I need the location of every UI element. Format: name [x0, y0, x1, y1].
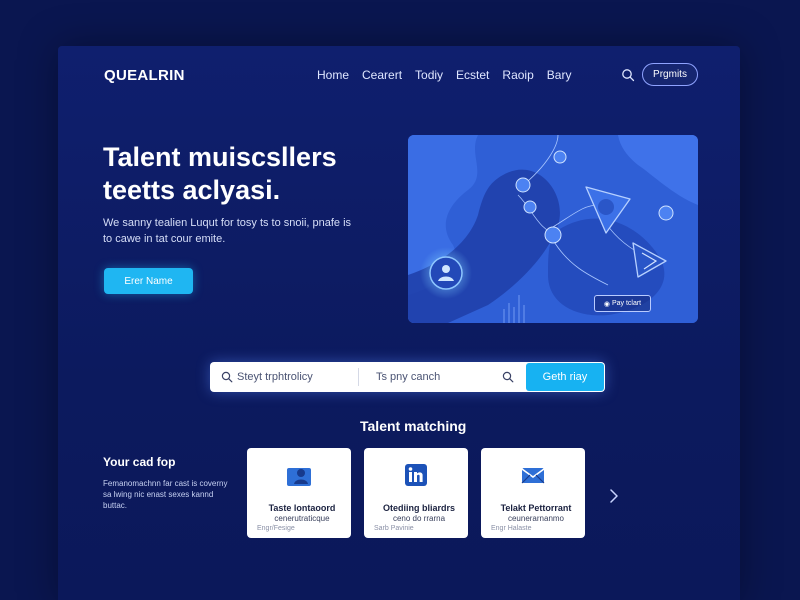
hero-illustration: [408, 135, 698, 323]
card-title: Taste lontaoord: [268, 503, 336, 513]
talent-card[interactable]: Otediing bliardrs ceno do rrarna Sarb Pa…: [364, 448, 468, 538]
search-icon[interactable]: [502, 371, 514, 383]
user-icon: [287, 468, 311, 486]
search-submit-button[interactable]: Geth riay: [526, 363, 604, 391]
nav-item-6[interactable]: Bary: [547, 68, 572, 82]
hero-title: Talent muiscsllers teetts aclyasi.: [103, 142, 337, 205]
matching-description: Femanomachnn far cast is coverny sa lwin…: [103, 479, 228, 510]
search-icon[interactable]: [621, 68, 635, 82]
card-subtitle: cenerutraticque: [274, 514, 330, 523]
search-keyword-input[interactable]: Steyt trphtrolicy: [237, 371, 313, 383]
nav-item-4[interactable]: Ecstet: [456, 68, 489, 82]
talent-card[interactable]: Telakt Pettorrant ceunerarnanmo Engr Hal…: [481, 448, 585, 538]
card-subtitle: ceno do rrarna: [392, 514, 446, 523]
card-title: Telakt Pettorrant: [500, 503, 572, 513]
logo[interactable]: QUEALRIN: [104, 67, 185, 84]
search-location-input[interactable]: Ts pny canch: [376, 371, 440, 383]
card-title: Otediing bliardrs: [382, 503, 455, 513]
chevron-right-icon[interactable]: [609, 489, 619, 503]
hero-cta-button[interactable]: Erer Name: [104, 268, 193, 294]
nav-item-5[interactable]: Raoip: [502, 68, 533, 82]
header-cta-button[interactable]: Prgmits: [642, 63, 698, 86]
section-title: Talent matching: [360, 418, 467, 434]
search-divider: [358, 368, 359, 386]
nav-item-3[interactable]: Todiy: [415, 68, 443, 82]
nav-item-home[interactable]: Home: [317, 68, 349, 82]
linkedin-icon: [405, 464, 427, 486]
hero-subtitle: We sanny tealien Luqut for tosy ts to sn…: [103, 217, 352, 245]
card-meta: Sarb Pavinie: [374, 525, 414, 532]
card-subtitle: ceunerarnanmo: [507, 514, 565, 523]
hero-image-badge-label: Pay tclart: [611, 300, 642, 307]
card-meta: Engr Halaste: [491, 525, 532, 532]
hero-image-badge[interactable]: ◉ Pay tclart: [594, 295, 651, 312]
info-icon: ◉: [603, 300, 610, 308]
nav-item-2[interactable]: Cearert: [362, 68, 402, 82]
talent-card[interactable]: Taste lontaoord cenerutraticque Engr/Fes…: [247, 448, 351, 538]
main-nav: Home Cearert Todiy Ecstet Raoip Bary: [317, 68, 571, 82]
mail-icon: [521, 468, 545, 484]
card-meta: Engr/Fesige: [257, 525, 295, 532]
matching-heading: Your cad fop: [103, 455, 176, 469]
search-icon: [221, 371, 233, 383]
